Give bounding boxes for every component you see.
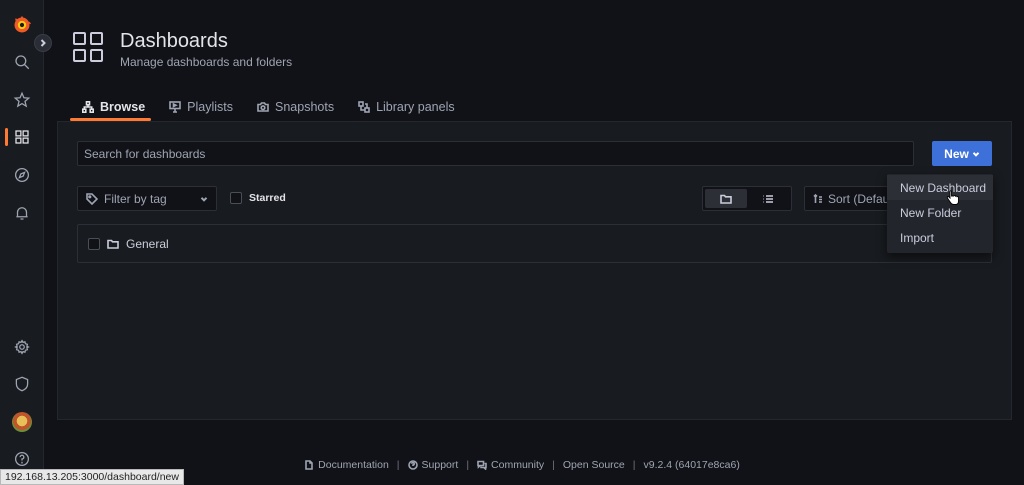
status-bar-url: 192.168.13.205:3000/dashboard/new xyxy=(0,469,184,485)
dashboards-icon[interactable] xyxy=(0,119,44,155)
tab-library-panels-label: Library panels xyxy=(376,100,455,114)
sitemap-icon xyxy=(82,101,94,113)
starred-label: Starred xyxy=(249,192,286,204)
footer-separator: | xyxy=(552,459,555,471)
tag-filter-placeholder: Filter by tag xyxy=(104,191,167,206)
avatar[interactable] xyxy=(12,412,32,432)
library-panel-icon xyxy=(358,101,370,113)
shield-icon[interactable] xyxy=(0,366,44,402)
search-field[interactable] xyxy=(77,141,914,166)
dashboards-header-icon xyxy=(72,31,104,63)
document-icon xyxy=(305,460,313,470)
new-button[interactable]: New xyxy=(932,141,992,166)
folder-icon xyxy=(720,194,732,204)
folder-row-general[interactable]: General xyxy=(77,224,992,263)
menu-item-new-folder[interactable]: New Folder xyxy=(887,200,993,225)
bell-icon[interactable] xyxy=(0,195,44,231)
footer-separator: | xyxy=(632,459,636,471)
hand-cursor-icon xyxy=(946,190,959,205)
sort-select[interactable]: Sort (Default A-Z) xyxy=(804,186,894,211)
presentation-icon xyxy=(169,101,181,113)
comments-icon xyxy=(477,460,487,470)
chevron-down-icon xyxy=(200,192,208,206)
community-link[interactable]: Community xyxy=(477,459,544,471)
list-icon xyxy=(763,194,773,203)
new-dropdown-menu: New Dashboard New Folder Import xyxy=(887,174,993,253)
menu-item-import[interactable]: Import xyxy=(887,225,993,250)
documentation-label: Documentation xyxy=(318,459,389,471)
tab-browse[interactable]: Browse xyxy=(70,96,157,118)
search-input[interactable] xyxy=(78,142,913,165)
tab-playlists[interactable]: Playlists xyxy=(157,96,245,118)
sort-label: Sort (Default A-Z) xyxy=(828,191,894,206)
version-link[interactable]: v9.2.4 (64017e8ca6) xyxy=(644,459,740,471)
chevron-down-icon xyxy=(972,151,980,157)
expand-sidebar-button[interactable] xyxy=(34,34,52,52)
folder-icon xyxy=(107,239,119,249)
page-title: Dashboards xyxy=(120,30,228,52)
starred-checkbox[interactable] xyxy=(230,192,242,204)
folder-label: General xyxy=(126,236,169,251)
new-button-label: New xyxy=(944,146,969,161)
tab-playlists-label: Playlists xyxy=(187,100,233,114)
documentation-link[interactable]: Documentation xyxy=(304,459,389,471)
open-source-label: Open Source xyxy=(562,459,625,471)
footer-separator: | xyxy=(466,459,470,471)
view-toggle xyxy=(702,186,792,211)
tab-snapshots[interactable]: Snapshots xyxy=(245,96,346,118)
question-circle-icon xyxy=(407,460,418,470)
tab-browse-label: Browse xyxy=(100,100,146,114)
folder-view-button[interactable] xyxy=(705,189,747,208)
tag-filter-select[interactable]: Filter by tag xyxy=(77,186,217,211)
folder-checkbox[interactable] xyxy=(88,237,100,250)
tab-snapshots-label: Snapshots xyxy=(275,100,335,114)
compass-icon[interactable] xyxy=(0,157,44,193)
open-source-link[interactable]: Open Source xyxy=(563,459,625,471)
tag-icon xyxy=(86,192,98,205)
sidebar xyxy=(0,0,52,485)
star-icon[interactable] xyxy=(0,82,44,118)
footer-separator: | xyxy=(396,459,400,471)
starred-filter[interactable]: Starred xyxy=(230,192,286,204)
list-view-button[interactable] xyxy=(747,189,789,208)
tab-library-panels[interactable]: Library panels xyxy=(346,96,467,118)
community-label: Community xyxy=(491,459,545,471)
camera-icon xyxy=(257,102,269,112)
version-label: v9.2.4 (64017e8ca6) xyxy=(643,459,740,471)
page-subtitle: Manage dashboards and folders xyxy=(120,55,293,69)
support-link[interactable]: Support xyxy=(407,459,459,471)
menu-item-new-dashboard[interactable]: New Dashboard xyxy=(887,175,993,200)
gear-icon[interactable] xyxy=(0,329,44,365)
sort-icon xyxy=(813,193,822,203)
support-label: Support xyxy=(421,459,459,471)
